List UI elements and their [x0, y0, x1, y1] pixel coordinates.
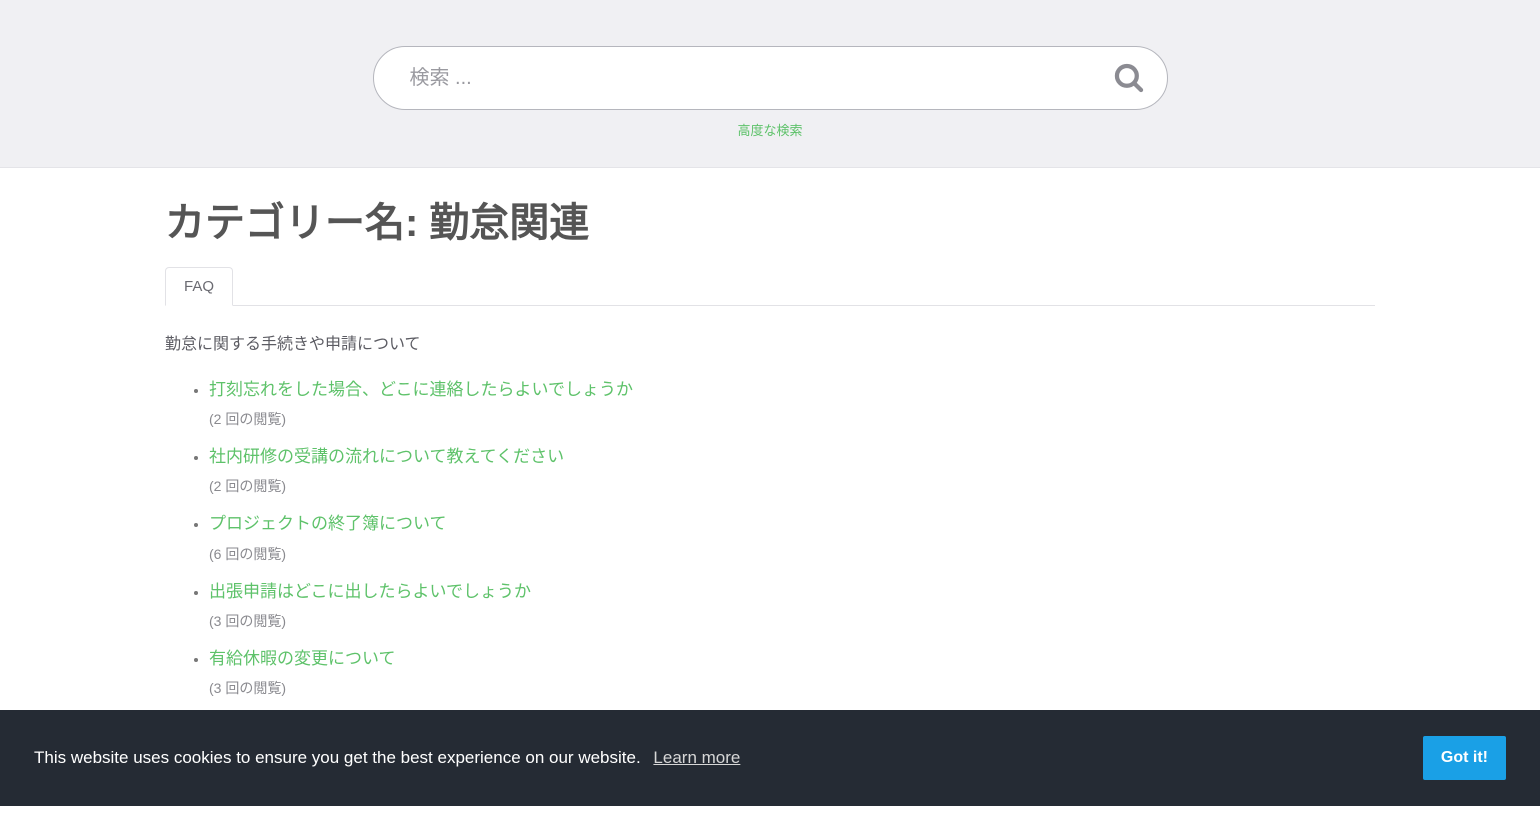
page-title: カテゴリー名: 勤怠関連	[165, 190, 1375, 248]
faq-view-count: (2 回の閲覧)	[209, 476, 1375, 496]
search-wrap	[373, 46, 1168, 110]
list-item: 出張申請はどこに出したらよいでしょうか (3 回の閲覧)	[209, 578, 1375, 631]
list-item: 打刻忘れをした場合、どこに連絡したらよいでしょうか (2 回の閲覧)	[209, 376, 1375, 429]
cookie-learn-more-link[interactable]: Learn more	[653, 748, 740, 767]
faq-link[interactable]: プロジェクトの終了簿について	[209, 514, 447, 533]
tab-faq[interactable]: FAQ	[165, 267, 233, 306]
search-section: 高度な検索	[0, 0, 1540, 168]
cookie-message: This website uses cookies to ensure you …	[34, 748, 641, 767]
faq-view-count: (2 回の閲覧)	[209, 409, 1375, 429]
cookie-banner: This website uses cookies to ensure you …	[0, 710, 1540, 806]
faq-link[interactable]: 打刻忘れをした場合、どこに連絡したらよいでしょうか	[209, 380, 633, 399]
faq-view-count: (6 回の閲覧)	[209, 544, 1375, 564]
category-description: 勤怠に関する手続きや申請について	[165, 330, 1375, 354]
list-item: 社内研修の受講の流れについて教えてください (2 回の閲覧)	[209, 443, 1375, 496]
faq-link[interactable]: 有給休暇の変更について	[209, 649, 396, 668]
faq-view-count: (3 回の閲覧)	[209, 611, 1375, 631]
advanced-search-link[interactable]: 高度な検索	[737, 120, 802, 139]
cookie-dismiss-button[interactable]: Got it!	[1423, 736, 1506, 780]
list-item: 有給休暇の変更について (3 回の閲覧)	[209, 645, 1375, 698]
faq-view-count: (3 回の閲覧)	[209, 678, 1375, 698]
faq-link[interactable]: 社内研修の受講の流れについて教えてください	[209, 447, 564, 466]
search-input[interactable]	[373, 46, 1168, 110]
faq-list: 打刻忘れをした場合、どこに連絡したらよいでしょうか(2 回の閲覧)社内研修の受講…	[165, 376, 1375, 765]
cookie-text: This website uses cookies to ensure you …	[34, 748, 1423, 768]
list-item: プロジェクトの終了簿について (6 回の閲覧)	[209, 510, 1375, 563]
tabs: FAQ	[165, 266, 1375, 306]
faq-link[interactable]: 出張申請はどこに出したらよいでしょうか	[209, 582, 531, 601]
